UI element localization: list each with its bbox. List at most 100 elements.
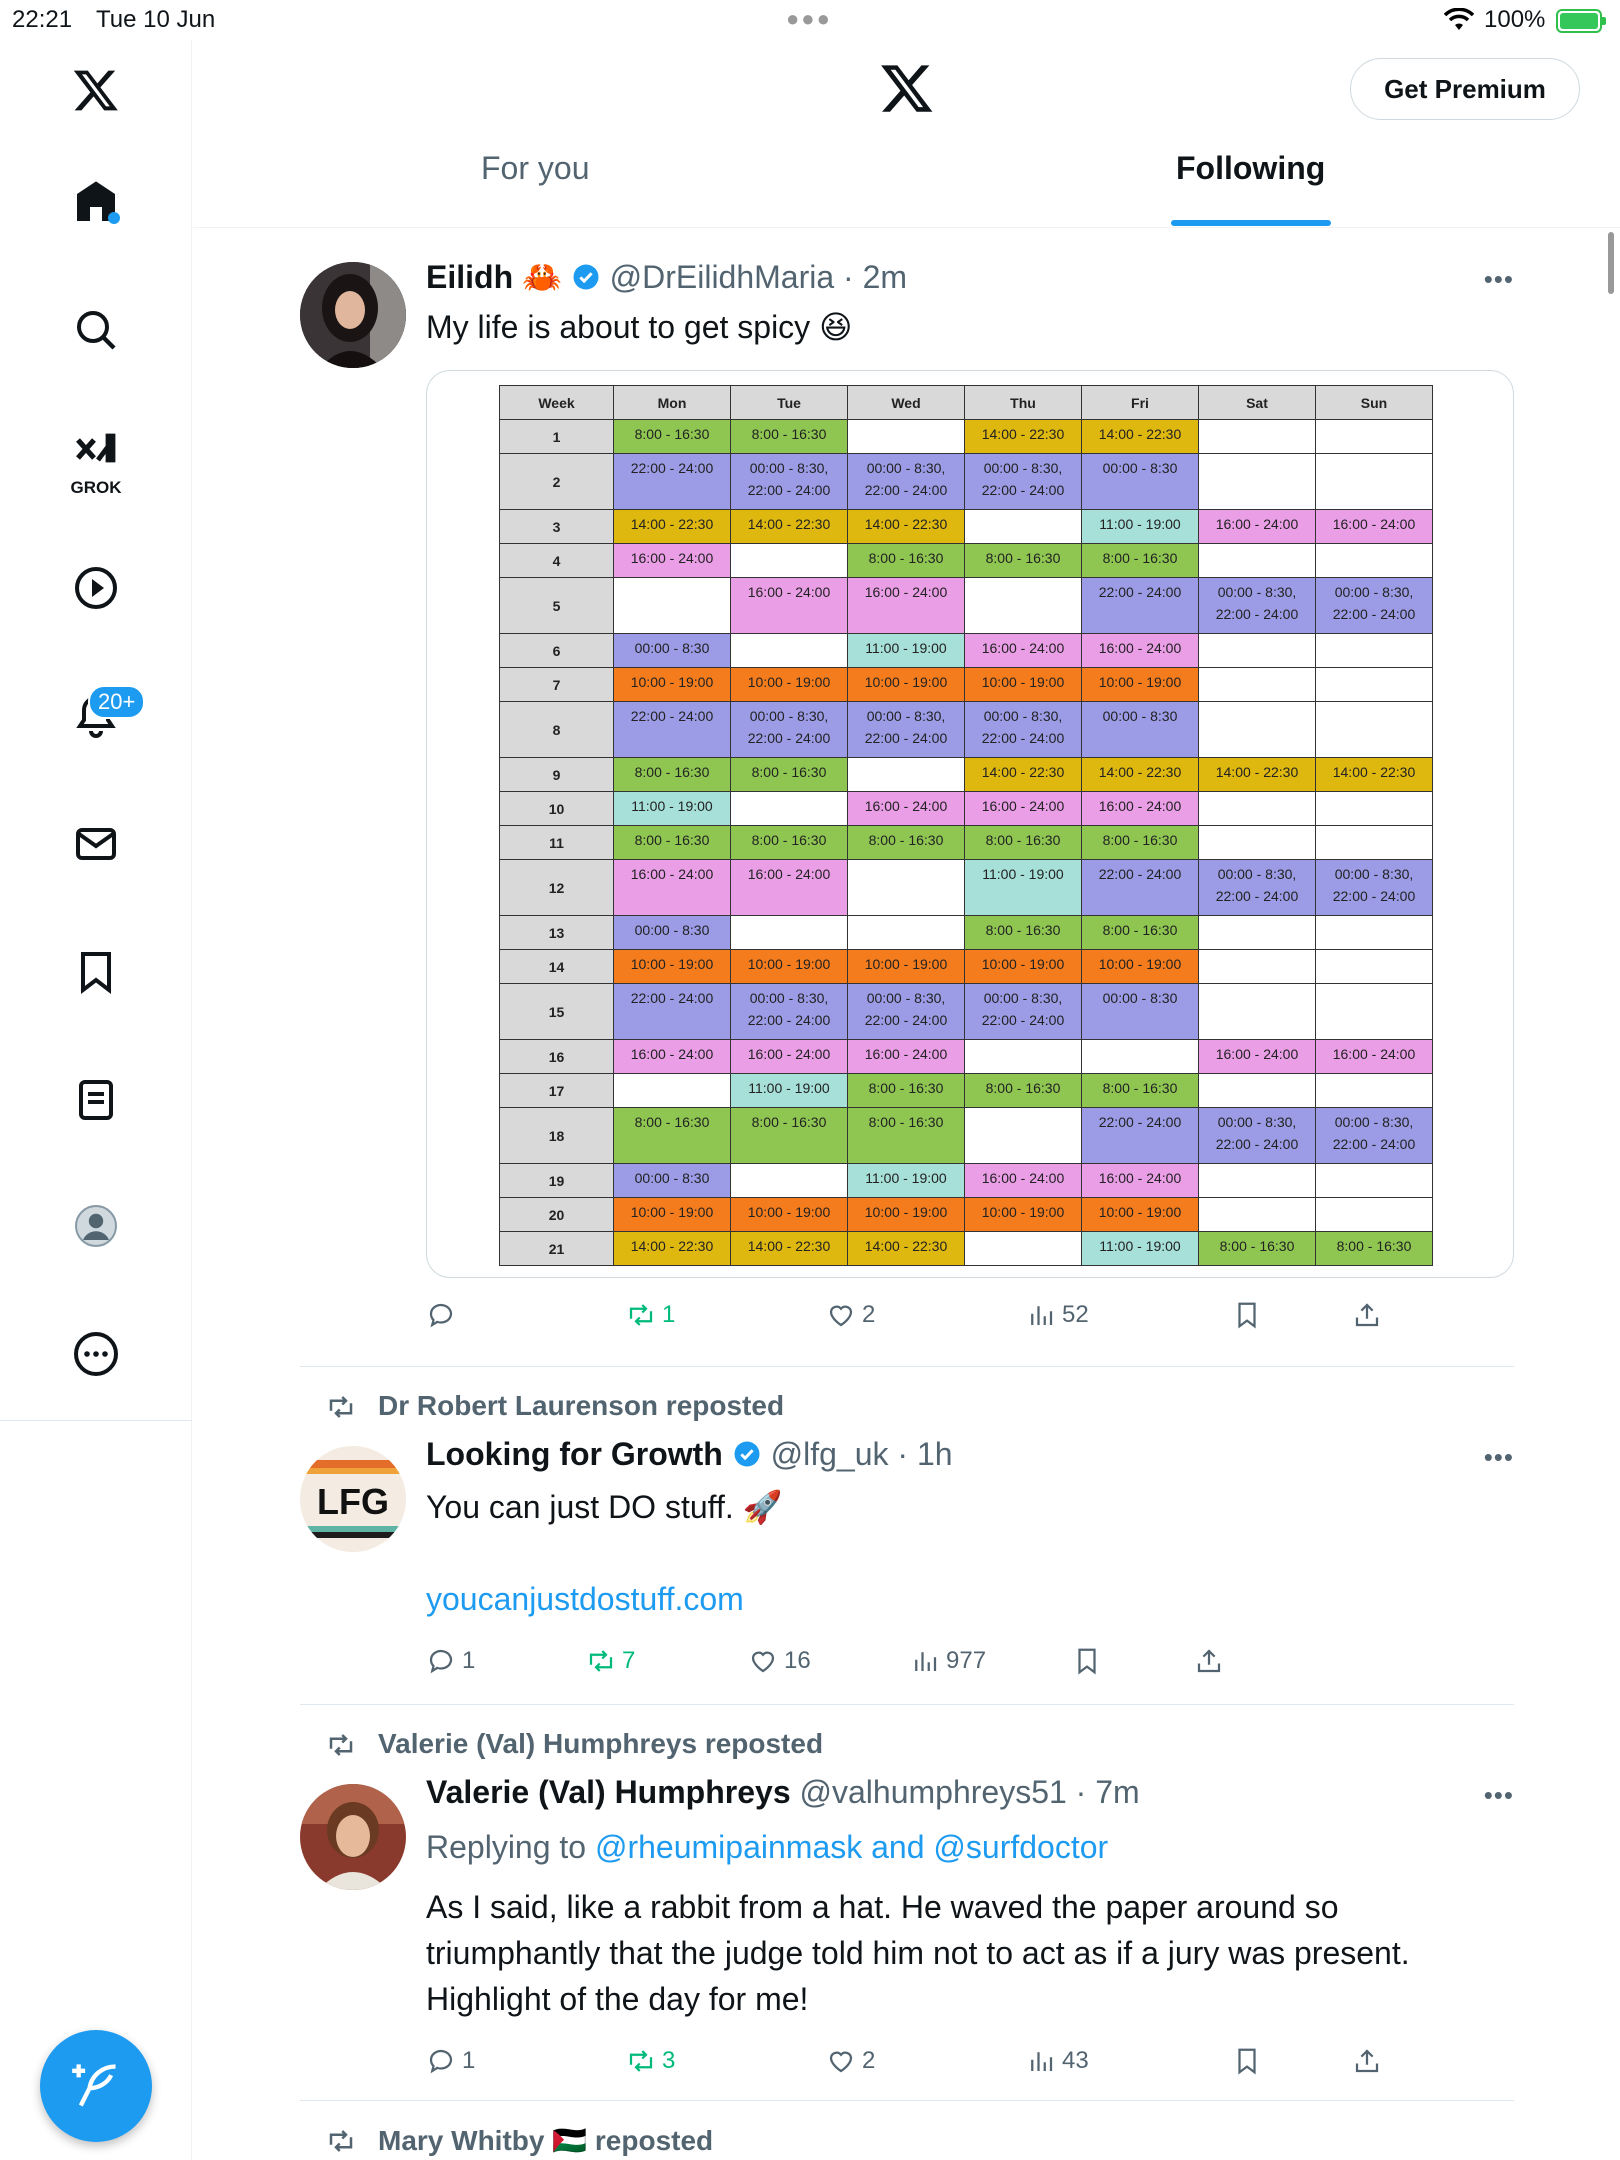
schedule-shift-cell: 11:00 - 19:00 xyxy=(1081,1231,1199,1266)
notifications-badge: 20+ xyxy=(88,685,146,719)
author-handle[interactable]: @valhumphreys51 xyxy=(800,1774,1067,1810)
schedule-shift-cell xyxy=(1198,825,1316,860)
reposted-by-label[interactable]: Valerie (Val) Humphreys reposted xyxy=(378,1728,823,1759)
schedule-week-number: 9 xyxy=(499,757,614,792)
repost-icon xyxy=(629,2050,653,2072)
tweet-link[interactable]: youcanjustdostuff.com xyxy=(426,1576,1506,1622)
schedule-shift-cell: 11:00 - 19:00 xyxy=(847,633,965,668)
home-unread-dot xyxy=(108,212,120,224)
x-logo-icon[interactable] xyxy=(60,54,132,126)
schedule-shift-cell xyxy=(1081,1039,1199,1074)
share-button[interactable] xyxy=(1352,2046,1382,2076)
reposted-by-name[interactable]: Mary Whitby xyxy=(378,2125,544,2156)
reposted-by-label[interactable]: Dr Robert Laurenson reposted xyxy=(378,1390,784,1421)
more-options-icon[interactable]: ••• xyxy=(1484,1442,1514,1473)
like-button[interactable]: 2 xyxy=(826,2046,875,2076)
share-button[interactable] xyxy=(1352,1300,1382,1330)
repost-button[interactable]: 1 xyxy=(626,1300,675,1330)
schedule-shift-cell xyxy=(964,577,1082,634)
tweet[interactable]: Mary Whitby 🇵🇸 reposted xyxy=(300,2124,1514,2160)
tweet-time[interactable]: 2m xyxy=(863,259,907,295)
more-options-icon[interactable]: ••• xyxy=(1484,1780,1514,1811)
author-handle[interactable]: @lfg_uk xyxy=(771,1436,889,1472)
reposted-suffix: reposted xyxy=(594,2125,714,2156)
avatar[interactable] xyxy=(300,262,406,368)
reply-button[interactable]: 1 xyxy=(426,2046,475,2076)
replying-to-mentions[interactable]: @rheumipainmask and @surfdoctor xyxy=(595,1829,1108,1865)
x-logo-icon[interactable] xyxy=(879,60,935,116)
avatar[interactable] xyxy=(300,1784,406,1890)
tweet-actions: 1 3 2 43 xyxy=(426,2046,1426,2090)
repost-icon xyxy=(329,1396,353,1418)
repost-button[interactable]: 3 xyxy=(626,2046,675,2076)
scrollbar[interactable] xyxy=(1608,232,1614,294)
multitask-dots-icon[interactable]: ●●● xyxy=(786,6,832,32)
bookmark-icon xyxy=(1078,1648,1096,1675)
like-button[interactable]: 16 xyxy=(748,1646,811,1676)
tweet-time[interactable]: 1h xyxy=(917,1436,953,1472)
schedule-table: Week Mon Tue Wed Thu Fri Sat Sun 1 8:00 - 16:30 8… xyxy=(499,385,1433,1266)
schedule-shift-cell xyxy=(1315,825,1433,860)
share-button[interactable] xyxy=(1194,1646,1224,1676)
schedule-header-day: Thu xyxy=(964,385,1082,420)
tweet[interactable]: Dr Robert Laurenson reposted LFG Looking… xyxy=(300,1390,1514,1690)
views-button[interactable]: 43 xyxy=(1026,2046,1089,2076)
sidebar-item-home[interactable] xyxy=(60,166,132,238)
bookmark-button[interactable] xyxy=(1232,1300,1262,1330)
schedule-shift-cell: 16:00 - 24:00 xyxy=(730,859,848,916)
bookmark-button[interactable] xyxy=(1232,2046,1262,2076)
author-name[interactable]: Eilidh xyxy=(426,259,513,295)
schedule-shift-cell: 8:00 - 16:30 xyxy=(1081,543,1199,578)
tweet[interactable]: Eilidh 🦀 @DrEilidhMaria · 2m ••• My life… xyxy=(300,240,1514,1360)
bookmark-button[interactable] xyxy=(1072,1646,1102,1676)
tweet-text: You can just DO stuff. 🚀 xyxy=(426,1489,783,1525)
schedule-row: 13 00:00 - 8:30 8:00 - 16:30 8:00 - 16:30 xyxy=(499,915,1433,950)
schedule-shift-cell: 10:00 - 19:00 xyxy=(847,667,965,702)
more-options-icon[interactable]: ••• xyxy=(1484,264,1514,295)
tab-for-you[interactable]: For you xyxy=(481,150,589,187)
get-premium-button[interactable]: Get Premium xyxy=(1350,58,1580,120)
author-handle[interactable]: @DrEilidhMaria xyxy=(610,259,835,295)
sidebar-item-messages[interactable] xyxy=(60,808,132,880)
reply-button[interactable]: 1 xyxy=(426,1646,475,1676)
reply-button[interactable] xyxy=(426,1300,462,1330)
tweet[interactable]: Valerie (Val) Humphreys reposted Valerie… xyxy=(300,1728,1514,2088)
flag-emoji: 🇵🇸 xyxy=(552,2125,588,2156)
like-count: 2 xyxy=(862,2047,876,2074)
schedule-week-number: 6 xyxy=(499,633,614,668)
sidebar-item-search[interactable] xyxy=(60,294,132,366)
schedule-shift-cell: 8:00 - 16:30 xyxy=(613,1107,731,1164)
schedule-shift-cell: 10:00 - 19:00 xyxy=(730,949,848,984)
views-chart-icon xyxy=(1031,1306,1053,1325)
views-button[interactable]: 977 xyxy=(910,1646,986,1676)
tab-following[interactable]: Following xyxy=(1176,150,1325,187)
schedule-shift-cell xyxy=(847,859,965,916)
schedule-row: 6 00:00 - 8:30 11:00 - 19:00 16:00 - 24:00 1… xyxy=(499,633,1433,668)
sidebar-item-more[interactable] xyxy=(60,1318,132,1390)
schedule-row: 20 10:00 - 19:00 10:00 - 19:00 10:00 - 19:0… xyxy=(499,1197,1433,1232)
schedule-shift-cell: 8:00 - 16:30 xyxy=(613,825,731,860)
tweet-time[interactable]: 7m xyxy=(1095,1774,1139,1810)
sidebar-item-profile[interactable] xyxy=(60,1190,132,1262)
tweet-media-image[interactable]: Week Mon Tue Wed Thu Fri Sat Sun 1 8:00 - 16:30 8… xyxy=(426,370,1514,1278)
like-button[interactable]: 2 xyxy=(826,1300,875,1330)
schedule-shift-cell: 11:00 - 19:00 xyxy=(730,1073,848,1108)
schedule-week-number: 17 xyxy=(499,1073,614,1108)
schedule-shift-cell xyxy=(1198,1197,1316,1232)
avatar[interactable]: LFG xyxy=(300,1446,406,1552)
author-name[interactable]: Looking for Growth xyxy=(426,1436,723,1472)
author-name[interactable]: Valerie (Val) Humphreys xyxy=(426,1774,791,1810)
repost-button[interactable]: 7 xyxy=(586,1646,635,1676)
schedule-shift-cell xyxy=(1315,915,1433,950)
tweet-divider xyxy=(300,1704,1514,1705)
views-button[interactable]: 52 xyxy=(1026,1300,1089,1330)
sidebar-item-video[interactable] xyxy=(60,552,132,624)
sidebar-item-lists[interactable] xyxy=(60,1064,132,1136)
schedule-shift-cell xyxy=(1315,1163,1433,1198)
tweet-text: My life is about to get spicy 😆 xyxy=(426,309,853,345)
schedule-shift-cell: 00:00 - 8:30, 22:00 - 24:00 xyxy=(730,983,848,1040)
sidebar-item-bookmarks[interactable] xyxy=(60,936,132,1008)
compose-button[interactable] xyxy=(40,2030,152,2142)
schedule-shift-cell: 00:00 - 8:30, 22:00 - 24:00 xyxy=(1198,577,1316,634)
schedule-shift-cell: 11:00 - 19:00 xyxy=(964,859,1082,916)
